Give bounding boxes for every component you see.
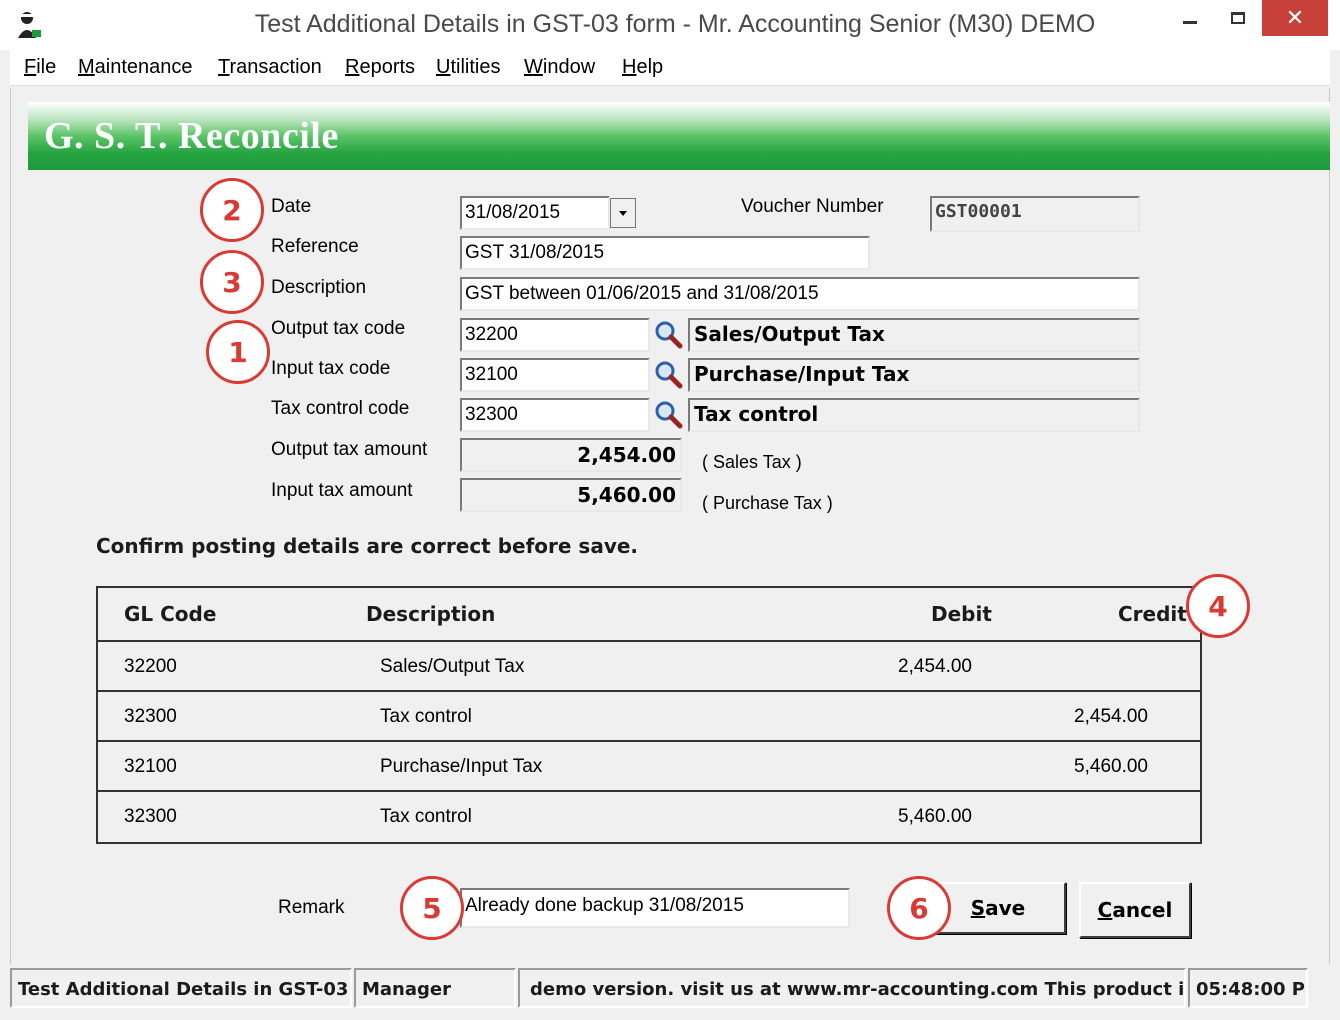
column-header-debit: Debit [931, 602, 992, 626]
menu-utilities[interactable]: Utilities [436, 56, 500, 79]
menu-transaction[interactable]: Transaction [218, 56, 322, 79]
menu-reports[interactable]: Reports [345, 56, 415, 79]
cell-gl-code: 32300 [124, 806, 177, 827]
callout-5: 5 [400, 876, 464, 940]
output-tax-code-label: Output tax code [271, 318, 406, 339]
output-tax-code-name: Sales/Output Tax [688, 318, 1140, 352]
tax-control-code-name: Tax control [688, 398, 1140, 432]
description-label: Description [271, 277, 367, 298]
output-tax-amount-label: Output tax amount [271, 439, 428, 460]
input-tax-amount-field: 5,460.00 [460, 478, 682, 512]
confirm-message: Confirm posting details are correct befo… [96, 534, 639, 558]
input-tax-code-input[interactable]: 32100 [460, 358, 650, 392]
maximize-button[interactable] [1214, 0, 1262, 36]
date-label: Date [271, 196, 312, 217]
cell-credit: 5,460.00 [1074, 756, 1148, 777]
status-panel-message: demo version. visit us at www.mr-account… [518, 968, 1186, 1008]
cell-gl-code: 32300 [124, 706, 177, 727]
status-bar: Test Additional Details in GST-03 form M… [10, 964, 1330, 1012]
minimize-icon [1183, 20, 1197, 24]
sales-tax-note: ( Sales Tax ) [702, 452, 802, 472]
table-row[interactable]: 32200 Sales/Output Tax 2,454.00 [98, 642, 1200, 692]
page-title: G. S. T. Reconcile [44, 115, 339, 157]
cell-description: Tax control [380, 706, 472, 727]
input-tax-code-label: Input tax code [271, 358, 391, 379]
remark-input[interactable]: Already done backup 31/08/2015 [460, 888, 850, 928]
cell-gl-code: 32100 [124, 756, 177, 777]
table-row[interactable]: 32300 Tax control 5,460.00 [98, 792, 1200, 842]
window-title: Test Additional Details in GST-03 form -… [254, 10, 1096, 38]
magnifier-icon [655, 401, 683, 429]
callout-4: 4 [1186, 574, 1250, 638]
remark-label: Remark [278, 897, 345, 918]
table-row[interactable]: 32100 Purchase/Input Tax 5,460.00 [98, 742, 1200, 792]
cell-credit: 2,454.00 [1074, 706, 1148, 727]
menu-maintenance[interactable]: Maintenance [78, 56, 193, 79]
callout-3: 3 [200, 250, 264, 314]
magnifier-icon [655, 321, 683, 349]
menu-bar: File Maintenance Transaction Reports Uti… [10, 50, 1330, 86]
output-tax-amount-field: 2,454.00 [460, 438, 682, 472]
status-panel-form: Test Additional Details in GST-03 form [10, 968, 352, 1008]
date-dropdown-button[interactable] [610, 198, 636, 228]
cell-description: Tax control [380, 806, 472, 827]
tax-control-code-lookup-button[interactable] [650, 398, 686, 430]
description-input[interactable]: GST between 01/06/2015 and 31/08/2015 [460, 277, 1140, 311]
cell-description: Sales/Output Tax [380, 656, 525, 677]
header-banner: G. S. T. Reconcile [28, 102, 1330, 170]
cell-debit: 5,460.00 [898, 806, 972, 827]
posting-details-table: GL Code Description Debit Credit 32200 S… [96, 586, 1202, 844]
close-icon: ✕ [1285, 5, 1305, 31]
cell-gl-code: 32200 [124, 656, 177, 677]
purchase-tax-note: ( Purchase Tax ) [702, 493, 833, 513]
table-row[interactable]: 32300 Tax control 2,454.00 [98, 692, 1200, 742]
column-header-description: Description [366, 602, 496, 626]
dropdown-arrow-icon [619, 210, 627, 216]
cell-description: Purchase/Input Tax [380, 756, 543, 777]
title-bar: Test Additional Details in GST-03 form -… [0, 0, 1340, 50]
output-tax-code-input[interactable]: 32200 [460, 318, 650, 352]
column-header-credit: Credit [1118, 602, 1187, 626]
cancel-button-label: Cancel [1097, 898, 1173, 922]
callout-6: 6 [887, 876, 951, 940]
maximize-icon [1231, 12, 1245, 24]
save-button-label: Save [970, 896, 1026, 920]
callout-2: 2 [200, 178, 264, 242]
tax-control-code-label: Tax control code [271, 398, 410, 419]
status-panel-user: Manager [354, 968, 516, 1008]
table-header: GL Code Description Debit Credit [98, 588, 1200, 642]
menu-help[interactable]: Help [622, 56, 663, 79]
date-input[interactable]: 31/08/2015 [460, 196, 610, 230]
reference-input[interactable]: GST 31/08/2015 [460, 236, 870, 270]
magnifier-icon [655, 361, 683, 389]
output-tax-code-lookup-button[interactable] [650, 318, 686, 350]
tax-control-code-input[interactable]: 32300 [460, 398, 650, 432]
column-header-gl-code: GL Code [124, 602, 217, 626]
input-tax-amount-label: Input tax amount [271, 480, 413, 501]
reference-label: Reference [271, 236, 359, 257]
input-tax-code-name: Purchase/Input Tax [688, 358, 1140, 392]
voucher-number-label: Voucher Number [741, 196, 884, 217]
close-button[interactable]: ✕ [1262, 0, 1328, 36]
cancel-button[interactable]: Cancel [1079, 882, 1191, 938]
input-tax-code-lookup-button[interactable] [650, 358, 686, 390]
voucher-number-field: GST00001 [930, 196, 1140, 232]
callout-1: 1 [206, 320, 270, 384]
menu-window[interactable]: Window [524, 56, 595, 79]
cell-debit: 2,454.00 [898, 656, 972, 677]
status-panel-clock: 05:48:00 PM [1188, 968, 1308, 1008]
menu-file[interactable]: File [24, 56, 56, 79]
minimize-button[interactable] [1166, 0, 1214, 36]
